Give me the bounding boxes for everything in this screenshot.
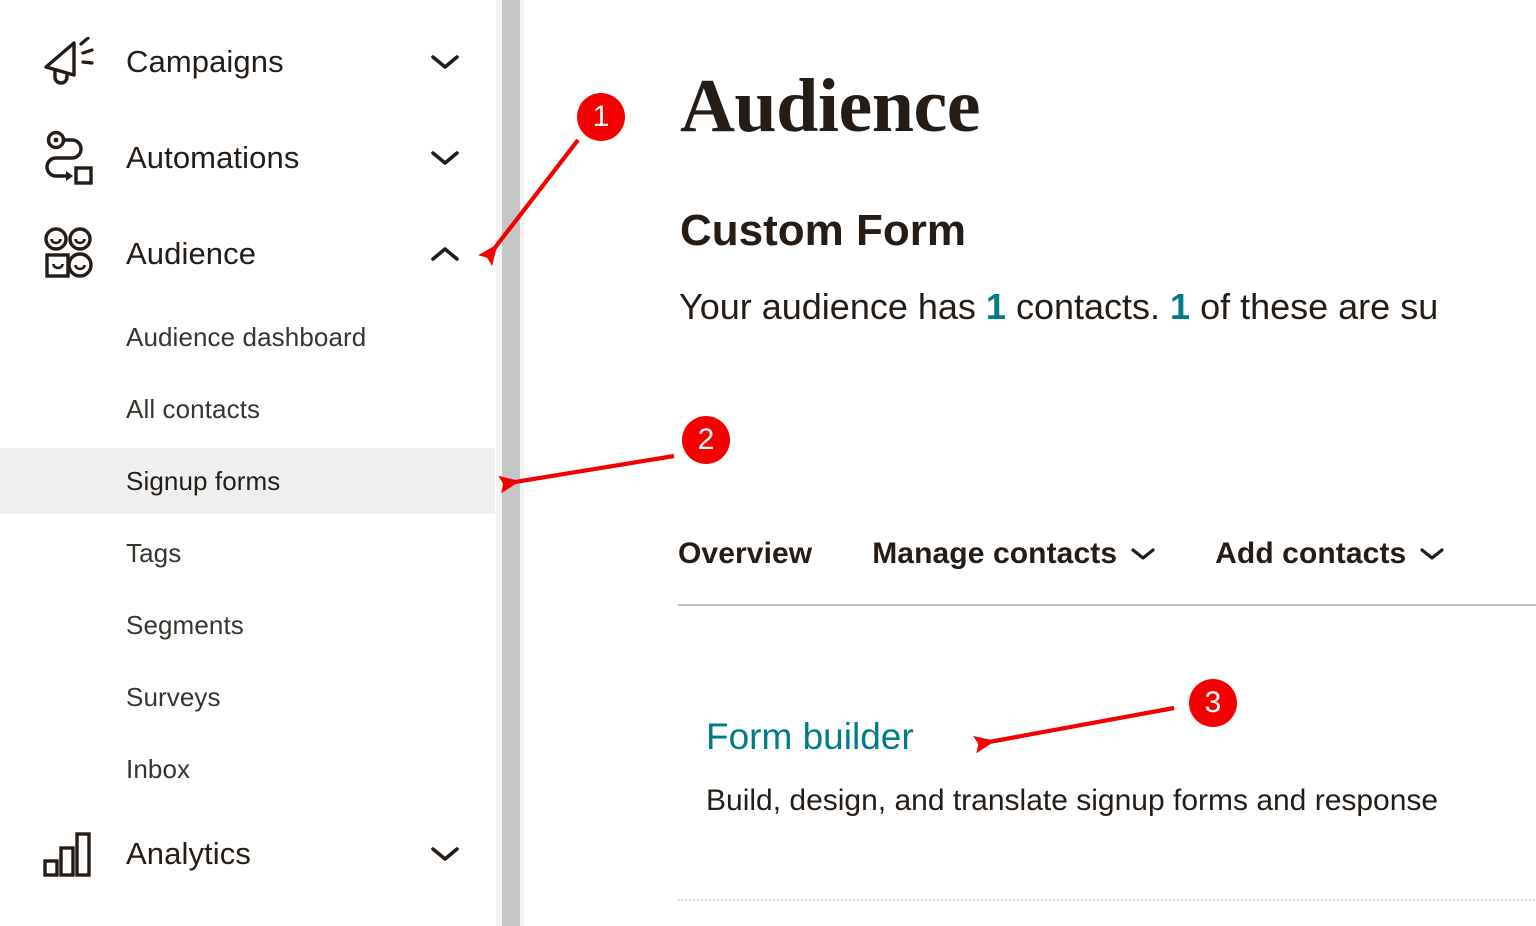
scrollbar-thumb[interactable] — [502, 0, 520, 926]
annotation-badge-1: 1 — [577, 93, 625, 141]
section-divider — [678, 899, 1536, 901]
sidebar-item-label: Audience — [126, 236, 257, 271]
sidebar-subitem-tags[interactable]: Tags — [0, 520, 495, 586]
chevron-down-icon[interactable] — [430, 47, 460, 77]
tab-label: Overview — [678, 537, 813, 570]
sidebar-subitem-signup-forms[interactable]: Signup forms — [0, 448, 495, 514]
summary-part-3: of these are su — [1190, 286, 1439, 327]
tab-label: Manage contacts — [872, 537, 1118, 570]
chevron-up-icon[interactable] — [430, 239, 460, 269]
form-builder-description: Build, design, and translate signup form… — [706, 784, 1439, 817]
sidebar-subitem-label: Surveys — [126, 681, 221, 712]
content-tabs: Overview Manage contacts Add contacts — [678, 537, 1444, 571]
page-title: Audience — [680, 63, 981, 148]
sidebar-subitem-surveys[interactable]: Surveys — [0, 664, 495, 730]
annotation-badge-3: 3 — [1189, 679, 1237, 727]
sidebar-subitem-label: Segments — [126, 609, 244, 640]
sidebar-subitem-label: Signup forms — [126, 465, 281, 496]
sidebar-subitem-audience-dashboard[interactable]: Audience dashboard — [0, 304, 495, 370]
megaphone-icon — [42, 37, 104, 87]
sidebar-subitem-label: Audience dashboard — [126, 321, 367, 352]
sidebar-item-label: Campaigns — [126, 44, 284, 79]
sidebar-subitem-label: Tags — [126, 537, 182, 568]
subscribed-count: 1 — [1170, 286, 1191, 327]
sidebar-item-label: Automations — [126, 140, 300, 175]
summary-part-1: Your audience has — [679, 286, 986, 327]
audience-summary-text: Your audience has 1 contacts. 1 of these… — [679, 284, 1438, 329]
audience-people-icon — [42, 227, 104, 281]
page-subtitle: Custom Form — [680, 205, 966, 255]
tab-manage-contacts[interactable]: Manage contacts — [872, 537, 1155, 571]
sidebar-item-audience[interactable]: Audience — [0, 222, 496, 286]
sidebar-subitem-label: All contacts — [126, 393, 261, 424]
automation-path-icon — [42, 131, 104, 185]
sidebar-item-campaigns[interactable]: Campaigns — [0, 30, 496, 94]
tabs-divider — [678, 604, 1536, 606]
chevron-down-icon[interactable] — [1420, 547, 1444, 561]
tab-overview[interactable]: Overview — [678, 537, 812, 571]
bar-chart-icon — [42, 831, 104, 877]
vertical-scrollbar[interactable] — [496, 0, 528, 926]
sidebar-subitem-label: Inbox — [126, 753, 191, 784]
sidebar-navigation: Campaigns Automations Audience Audience … — [0, 0, 496, 926]
form-builder-link[interactable]: Form builder — [706, 718, 914, 755]
annotation-badge-2: 2 — [682, 416, 730, 464]
sidebar-item-analytics[interactable]: Analytics — [0, 822, 496, 886]
sidebar-subitem-all-contacts[interactable]: All contacts — [0, 376, 495, 442]
sidebar-subitem-inbox[interactable]: Inbox — [0, 736, 495, 802]
sidebar-item-automations[interactable]: Automations — [0, 126, 496, 190]
main-content: Audience Custom Form Your audience has 1… — [528, 0, 1536, 926]
summary-part-2: contacts. — [1005, 286, 1171, 327]
tab-add-contacts[interactable]: Add contacts — [1215, 537, 1444, 571]
chevron-down-icon[interactable] — [1131, 547, 1155, 561]
sidebar-item-label: Analytics — [126, 836, 251, 871]
tab-label: Add contacts — [1215, 537, 1407, 570]
chevron-down-icon[interactable] — [430, 839, 460, 869]
chevron-down-icon[interactable] — [430, 143, 460, 173]
contacts-count: 1 — [985, 286, 1006, 327]
sidebar-subitem-segments[interactable]: Segments — [0, 592, 495, 658]
